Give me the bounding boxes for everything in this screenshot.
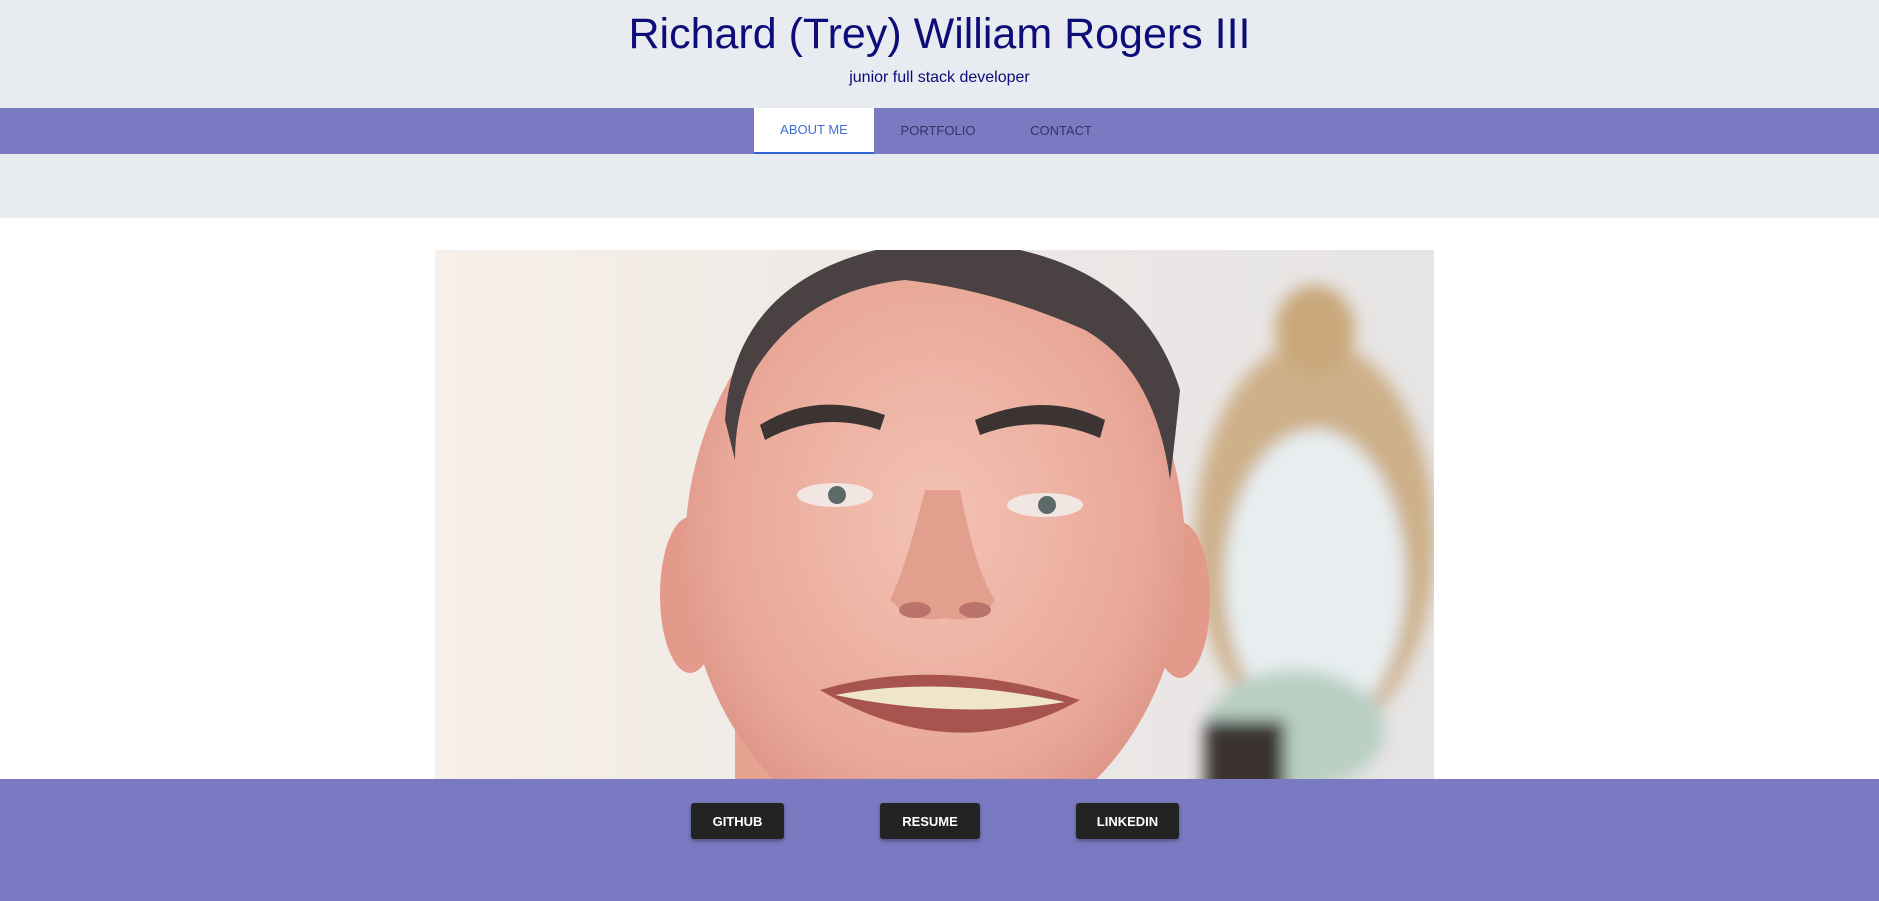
site-header: Richard (Trey) William Rogers III junior… bbox=[0, 0, 1879, 108]
github-button[interactable]: GITHUB bbox=[691, 803, 784, 839]
tab-portfolio[interactable]: PORTFOLIO bbox=[874, 108, 1002, 154]
resume-button[interactable]: RESUME bbox=[880, 803, 980, 839]
linkedin-button[interactable]: LINKEDIN bbox=[1076, 803, 1179, 839]
tab-about-me[interactable]: ABOUT ME bbox=[754, 108, 874, 154]
nav-tabs: ABOUT ME PORTFOLIO CONTACT bbox=[754, 108, 1120, 154]
page-title: Richard (Trey) William Rogers III bbox=[628, 10, 1251, 58]
page-subtitle: junior full stack developer bbox=[849, 69, 1030, 86]
profile-photo bbox=[435, 250, 1434, 779]
footer-bar: GITHUB RESUME LINKEDIN bbox=[0, 779, 1879, 901]
header-spacer bbox=[0, 154, 1879, 218]
tab-contact[interactable]: CONTACT bbox=[1002, 108, 1120, 154]
nav-bar: ABOUT ME PORTFOLIO CONTACT bbox=[0, 108, 1879, 154]
